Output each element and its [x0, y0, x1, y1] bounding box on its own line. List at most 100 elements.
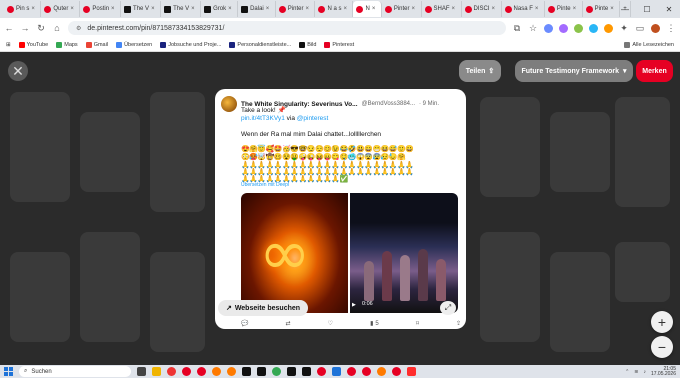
- expand-icon[interactable]: ⤢: [440, 301, 456, 315]
- bookmark-item[interactable]: Übersetzen: [116, 41, 152, 48]
- avatar[interactable]: [221, 96, 237, 112]
- firefox-icon[interactable]: [377, 367, 386, 376]
- volume-icon[interactable]: ♪: [643, 369, 646, 375]
- translate-link[interactable]: Übersetzen mit Deepl: [241, 182, 289, 188]
- x-app-icon[interactable]: [302, 367, 311, 376]
- tab-close-icon[interactable]: ×: [31, 6, 37, 12]
- video-thumbnail[interactable]: ▶ 0:06: [350, 193, 458, 313]
- browser-tab[interactable]: Nasa F ×: [502, 1, 545, 17]
- reply-icon[interactable]: 💬: [241, 320, 248, 327]
- chrome-icon[interactable]: [272, 367, 281, 376]
- extension-icon[interactable]: [544, 23, 553, 33]
- firefox-icon[interactable]: [212, 367, 221, 376]
- task-view-icon[interactable]: [137, 367, 146, 376]
- tab-close-icon[interactable]: ×: [452, 6, 458, 12]
- bookmark-item[interactable]: Jobsuche und Proje...: [160, 41, 221, 48]
- bookmark-item[interactable]: Personaldienstleiste...: [229, 41, 291, 48]
- address-bar[interactable]: ⚙ de.pinterest.com/pin/87158733415382973…: [68, 21, 506, 35]
- retweet-icon[interactable]: ⇄: [286, 320, 291, 327]
- app-icon[interactable]: [257, 367, 266, 376]
- infinity-image[interactable]: ∞: [241, 193, 348, 313]
- tab-close-icon[interactable]: ×: [151, 6, 157, 12]
- share-icon[interactable]: ⇪: [456, 320, 461, 327]
- windows-start-icon[interactable]: [4, 367, 13, 376]
- pinterest-app-icon[interactable]: [197, 367, 206, 376]
- wifi-icon[interactable]: ≋: [634, 369, 638, 375]
- x-app-icon[interactable]: [287, 367, 296, 376]
- tab-close-icon[interactable]: ×: [573, 6, 579, 12]
- bookmark-icon[interactable]: ⌑: [416, 320, 419, 327]
- views[interactable]: ▮ 5: [370, 320, 379, 328]
- maximize-icon[interactable]: ☐: [636, 5, 658, 14]
- tweet-card[interactable]: The White Singularity: Severinus Vo... @…: [215, 89, 466, 329]
- file-explorer-icon[interactable]: [152, 367, 161, 376]
- tab-close-icon[interactable]: ×: [70, 6, 76, 12]
- tab-close-icon[interactable]: ×: [305, 6, 311, 12]
- close-window-icon[interactable]: ✕: [658, 5, 680, 14]
- browser-tab[interactable]: The V ×: [161, 1, 202, 17]
- pinterest-app-icon[interactable]: [362, 367, 371, 376]
- back-icon[interactable]: ←: [4, 23, 14, 33]
- extension-icon[interactable]: [604, 23, 613, 33]
- reload-icon[interactable]: ↻: [36, 23, 46, 34]
- tweet-media[interactable]: ∞ ▶ 0:06: [241, 193, 458, 313]
- tab-close-icon[interactable]: ×: [228, 6, 234, 12]
- pinterest-app-icon[interactable]: [182, 367, 191, 376]
- zoom-out-button[interactable]: −: [651, 336, 673, 358]
- pinterest-app-icon[interactable]: [392, 367, 401, 376]
- app-icon[interactable]: [332, 367, 341, 376]
- tab-close-icon[interactable]: ×: [266, 6, 272, 12]
- tab-close-icon[interactable]: ×: [191, 6, 197, 12]
- browser-tab[interactable]: SHAF ×: [422, 1, 462, 17]
- app-icon[interactable]: [407, 367, 416, 376]
- clock[interactable]: 21:05 17.05.2026: [651, 366, 676, 377]
- browser-tab[interactable]: Grok ×: [201, 1, 239, 17]
- browser-tab[interactable]: Dalai ×: [238, 1, 276, 17]
- board-select[interactable]: Future Testimony Framework ▾: [515, 60, 633, 82]
- bookmark-item[interactable]: YouTube: [18, 41, 48, 48]
- extension-icon[interactable]: [589, 23, 598, 33]
- browser-tab[interactable]: Quter ×: [41, 1, 81, 17]
- taskbar-search[interactable]: ⌕ Suchen: [19, 366, 131, 377]
- menu-icon[interactable]: ⋮: [666, 23, 676, 34]
- bookmark-star-icon[interactable]: ☆: [528, 23, 538, 34]
- save-button[interactable]: Merken: [636, 60, 673, 82]
- bookmark-item[interactable]: Maps: [56, 41, 78, 48]
- author-handle[interactable]: @BerndVoss3884...: [362, 101, 415, 107]
- browser-tab[interactable]: N ×: [353, 1, 382, 17]
- extension-icon[interactable]: [559, 23, 568, 33]
- bookmark-item[interactable]: Bild: [299, 41, 316, 48]
- chrome-icon[interactable]: [167, 367, 176, 376]
- browser-tab[interactable]: Pinte ×: [545, 1, 583, 17]
- browser-tab[interactable]: The V ×: [121, 1, 162, 17]
- extension-icon[interactable]: [574, 23, 583, 33]
- share-button[interactable]: Teilen ⇪: [459, 60, 501, 82]
- visit-website-button[interactable]: ↗ Webseite besuchen: [218, 300, 308, 316]
- profile-avatar[interactable]: [651, 23, 660, 33]
- browser-tab[interactable]: Pinter ×: [276, 1, 316, 17]
- tab-close-icon[interactable]: ×: [111, 6, 117, 12]
- browser-tab[interactable]: DISCI ×: [462, 1, 502, 17]
- install-app-icon[interactable]: ⧉: [512, 23, 522, 34]
- browser-tab[interactable]: Pinter ×: [382, 1, 422, 17]
- pinterest-app-icon[interactable]: [347, 367, 356, 376]
- bookmark-item[interactable]: Pinterest: [324, 41, 354, 48]
- minimize-icon[interactable]: —: [614, 5, 636, 14]
- zoom-in-button[interactable]: +: [651, 311, 673, 333]
- close-icon[interactable]: ✕: [8, 61, 28, 81]
- chevron-up-icon[interactable]: ⌃: [625, 369, 629, 375]
- all-bookmarks-folder[interactable]: Alle Lesezeichen: [624, 41, 674, 48]
- browser-tab[interactable]: Pin s ×: [4, 1, 42, 17]
- side-panel-icon[interactable]: ▭: [635, 23, 645, 34]
- bookmark-item[interactable]: Gmail: [85, 41, 108, 48]
- x-app-icon[interactable]: [242, 367, 251, 376]
- forward-icon[interactable]: →: [20, 23, 30, 33]
- tab-close-icon[interactable]: ×: [372, 6, 378, 12]
- via-handle-link[interactable]: @pinterest: [297, 115, 329, 122]
- tab-close-icon[interactable]: ×: [343, 6, 349, 12]
- like-icon[interactable]: ♡: [328, 320, 333, 327]
- play-icon[interactable]: ▶: [352, 302, 356, 308]
- firefox-icon[interactable]: [227, 367, 236, 376]
- tab-close-icon[interactable]: ×: [535, 6, 541, 12]
- pinterest-app-icon[interactable]: [317, 367, 326, 376]
